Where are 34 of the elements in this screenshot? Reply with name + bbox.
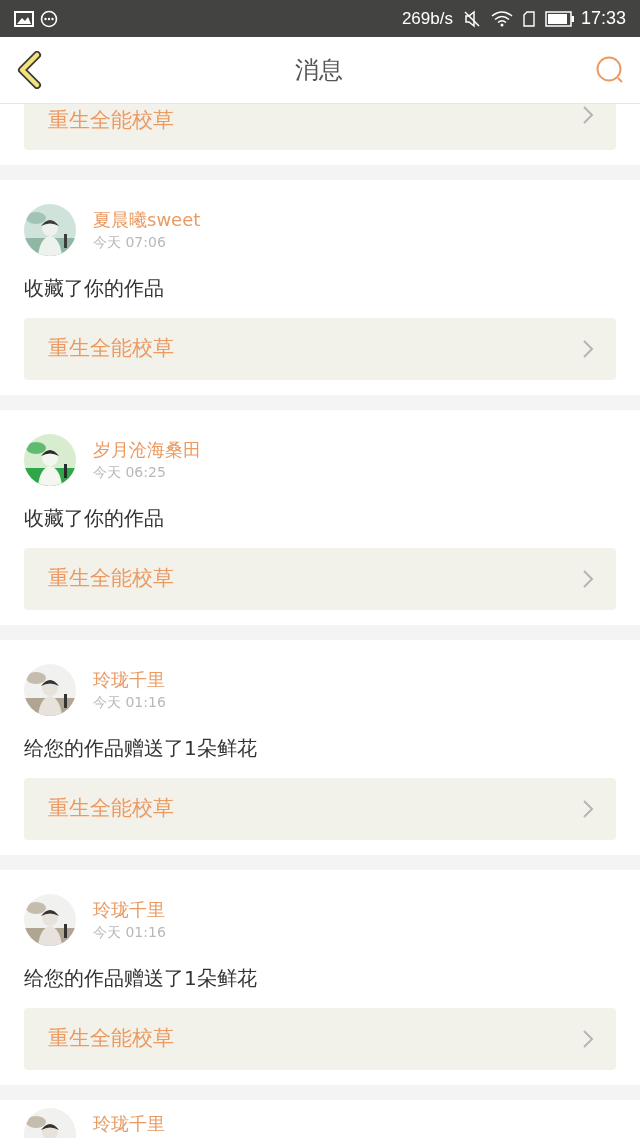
timestamp: 今天 07:06 xyxy=(93,233,167,252)
back-icon xyxy=(16,51,42,89)
user-name[interactable]: 岁月沧海桑田 xyxy=(93,438,201,462)
mute-icon xyxy=(462,9,481,28)
clock: 17:33 xyxy=(580,7,626,30)
sim-icon xyxy=(522,10,535,27)
message-text: 收藏了你的作品 xyxy=(24,506,165,530)
work-link[interactable]: 重生全能校草 xyxy=(24,104,616,150)
timestamp: 今天 01:16 xyxy=(93,923,166,942)
user-name[interactable]: 玲珑千里 xyxy=(93,898,166,922)
timestamp: 今天 01:16 xyxy=(93,693,166,712)
user-name[interactable]: 玲珑千里 xyxy=(93,668,166,692)
image-icon xyxy=(14,10,34,27)
search-icon xyxy=(595,55,625,85)
work-link[interactable]: 重生全能校草 xyxy=(24,318,616,380)
timestamp: 今天 06:25 xyxy=(93,463,167,482)
page-title: 消息 xyxy=(295,55,343,86)
battery-icon xyxy=(544,10,575,27)
chevron-icon xyxy=(582,1029,594,1049)
message-text: 给您的作品赠送了1朵鲜花 xyxy=(24,736,258,760)
network-speed: 269b/s xyxy=(401,7,453,30)
chevron-icon xyxy=(582,339,594,359)
chevron-icon xyxy=(582,799,594,819)
work-link[interactable]: 重生全能校草 xyxy=(24,548,616,610)
chevron-icon xyxy=(582,569,594,589)
work-link[interactable]: 重生全能校草 xyxy=(24,778,616,840)
work-link[interactable]: 重生全能校草 xyxy=(24,1008,616,1070)
chevron-icon xyxy=(582,105,594,125)
user-name[interactable]: 玲珑千里 xyxy=(93,1112,165,1136)
message-text: 给您的作品赠送了1朵鲜花 xyxy=(24,966,258,990)
more-icon xyxy=(40,9,58,28)
user-name[interactable]: 夏晨曦sweet xyxy=(93,208,201,232)
message-text: 收藏了你的作品 xyxy=(24,276,165,300)
wifi-icon xyxy=(490,10,513,27)
